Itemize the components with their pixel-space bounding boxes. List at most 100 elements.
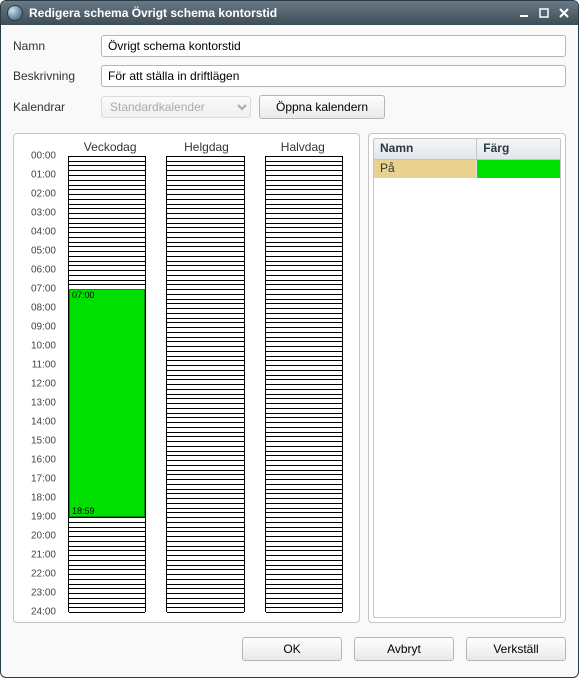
form-area: Namn Beskrivning Kalendrar Standardkalen…	[1, 25, 578, 133]
sub-hour-line	[69, 218, 145, 219]
hour-line	[69, 517, 145, 518]
sub-hour-line	[167, 356, 243, 357]
cancel-button[interactable]: Avbryt	[354, 637, 454, 661]
hour-line	[69, 251, 145, 252]
sub-hour-line	[266, 598, 342, 599]
open-calendar-button[interactable]: Öppna kalendern	[259, 95, 385, 119]
hour-line	[69, 555, 145, 556]
time-axis-label: 19:00	[31, 512, 56, 523]
apply-button[interactable]: Verkställ	[466, 637, 566, 661]
sub-hour-line	[167, 204, 243, 205]
sub-hour-line	[167, 489, 243, 490]
time-axis-label: 05:00	[31, 246, 56, 257]
sub-hour-line	[266, 603, 342, 604]
minimize-button[interactable]	[516, 6, 532, 20]
maximize-button[interactable]	[536, 6, 552, 20]
hour-line	[69, 270, 145, 271]
hour-line	[266, 175, 342, 176]
sub-hour-line	[266, 265, 342, 266]
time-axis-label: 07:00	[31, 284, 56, 295]
legend-panel: Namn Färg På	[368, 133, 566, 623]
event-end-label: 18:59	[70, 506, 97, 516]
time-axis-label: 12:00	[31, 379, 56, 390]
sub-hour-line	[69, 170, 145, 171]
schedule-column-header: Helgdag	[158, 140, 254, 154]
sub-hour-line	[167, 180, 243, 181]
sub-hour-line	[266, 356, 342, 357]
close-button[interactable]	[556, 6, 572, 20]
sub-hour-line	[266, 322, 342, 323]
sub-hour-line	[266, 318, 342, 319]
app-icon	[7, 5, 23, 21]
main-area: VeckodagHelgdagHalvdag 00:0001:0002:0003…	[1, 133, 578, 629]
hour-line	[167, 517, 243, 518]
legend-row[interactable]: På	[374, 160, 560, 178]
time-axis-label: 04:00	[31, 226, 56, 237]
time-axis-label: 01:00	[31, 169, 56, 180]
sub-hour-line	[69, 223, 145, 224]
sub-hour-line	[266, 389, 342, 390]
sub-hour-line	[266, 470, 342, 471]
sub-hour-line	[266, 360, 342, 361]
hour-line	[167, 422, 243, 423]
sub-hour-line	[69, 261, 145, 262]
sub-hour-line	[266, 375, 342, 376]
name-input[interactable]	[101, 35, 566, 57]
legend-header-name[interactable]: Namn	[374, 139, 476, 159]
sub-hour-line	[266, 512, 342, 513]
calendar-select[interactable]: Standardkalender	[101, 96, 251, 118]
schedule-column-header: Veckodag	[62, 140, 158, 154]
sub-hour-line	[167, 446, 243, 447]
sub-hour-line	[266, 204, 342, 205]
sub-hour-line	[167, 607, 243, 608]
description-input[interactable]	[101, 65, 566, 87]
schedule-column[interactable]: 07:00 18:59	[68, 156, 146, 612]
hour-line	[167, 384, 243, 385]
hour-line	[167, 270, 243, 271]
schedule-column[interactable]	[265, 156, 343, 612]
sub-hour-line	[266, 379, 342, 380]
hour-line	[266, 441, 342, 442]
ok-button[interactable]: OK	[242, 637, 342, 661]
sub-hour-line	[167, 484, 243, 485]
sub-hour-line	[69, 199, 145, 200]
sub-hour-line	[69, 527, 145, 528]
sub-hour-line	[266, 565, 342, 566]
sub-hour-line	[167, 413, 243, 414]
hour-line	[167, 612, 243, 613]
sub-hour-line	[266, 493, 342, 494]
hour-line	[266, 555, 342, 556]
schedule-column[interactable]	[166, 156, 244, 612]
sub-hour-line	[167, 242, 243, 243]
sub-hour-line	[266, 451, 342, 452]
sub-hour-line	[266, 170, 342, 171]
event-start-label: 07:00	[70, 290, 144, 300]
window: Redigera schema Övrigt schema kontorstid…	[0, 0, 579, 678]
time-axis-label: 08:00	[31, 302, 56, 313]
legend-header-color[interactable]: Färg	[476, 139, 560, 159]
sub-hour-line	[266, 208, 342, 209]
sub-hour-line	[167, 237, 243, 238]
sub-hour-line	[69, 165, 145, 166]
time-axis-label: 16:00	[31, 454, 56, 465]
sub-hour-line	[266, 446, 342, 447]
sub-hour-line	[266, 413, 342, 414]
sub-hour-line	[266, 508, 342, 509]
sub-hour-line	[266, 223, 342, 224]
hour-line	[69, 536, 145, 537]
sub-hour-line	[266, 560, 342, 561]
sub-hour-line	[69, 522, 145, 523]
sub-hour-line	[167, 569, 243, 570]
sub-hour-line	[167, 588, 243, 589]
schedule-event[interactable]: 07:00 18:59	[69, 289, 145, 517]
time-axis-label: 13:00	[31, 398, 56, 409]
sub-hour-line	[69, 185, 145, 186]
hour-line	[69, 232, 145, 233]
sub-hour-line	[69, 550, 145, 551]
sub-hour-line	[167, 493, 243, 494]
sub-hour-line	[266, 465, 342, 466]
time-axis-label: 21:00	[31, 550, 56, 561]
sub-hour-line	[266, 303, 342, 304]
sub-hour-line	[167, 408, 243, 409]
time-axis-label: 24:00	[31, 607, 56, 618]
